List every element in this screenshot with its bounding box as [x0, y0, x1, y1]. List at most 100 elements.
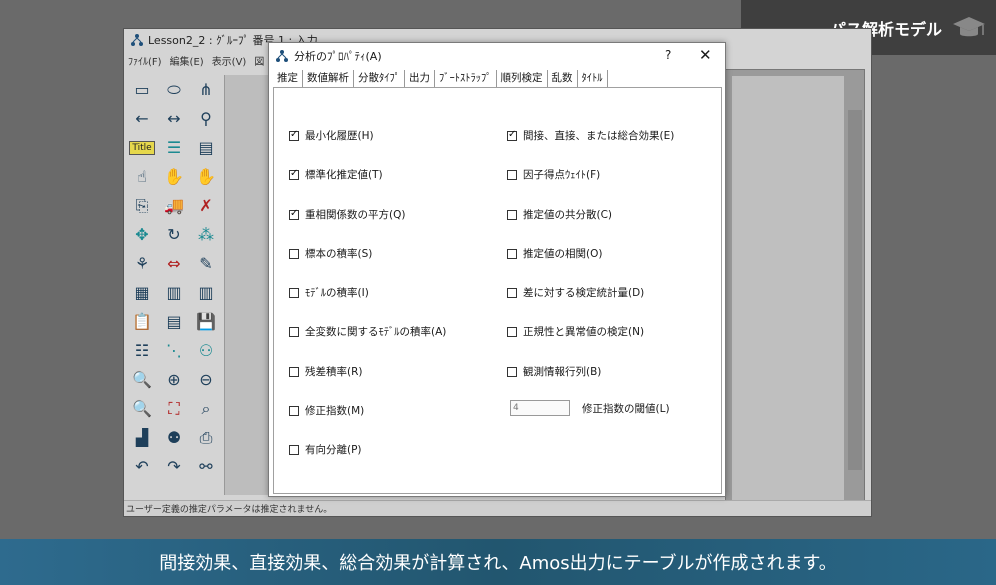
tab-numerical[interactable]: 数値解析: [303, 70, 354, 87]
zoom-select-icon[interactable]: 🔍: [126, 365, 158, 394]
single-arrow-icon[interactable]: ←: [126, 104, 158, 133]
option-correlations-of-estimates[interactable]: 推定値の相関(O): [507, 246, 602, 261]
checkbox[interactable]: [289, 208, 299, 220]
zoom-out-icon[interactable]: ⊖: [190, 365, 222, 394]
option-factor-score-weights[interactable]: 因子得点ｳｪｲﾄ(F): [507, 167, 600, 182]
data-file-icon[interactable]: ▦: [126, 278, 158, 307]
rotate-icon[interactable]: ↻: [158, 220, 190, 249]
checkbox[interactable]: [289, 326, 299, 337]
option-critical-ratios-for-differences[interactable]: 差に対する検定統計量(D): [507, 285, 644, 300]
duplicate-icon[interactable]: ⎘: [126, 191, 158, 220]
print-icon[interactable]: ⎙: [190, 423, 222, 452]
option-covariances-of-estimates[interactable]: 推定値の共分散(C): [507, 207, 612, 222]
option-tests-for-d-separation[interactable]: 有向分離(P): [289, 442, 362, 457]
checkbox[interactable]: [507, 129, 517, 141]
list-variables-icon[interactable]: ☰: [158, 133, 190, 162]
loupe-icon[interactable]: ⌕: [190, 394, 222, 423]
checkbox[interactable]: [289, 366, 299, 377]
checkbox[interactable]: [289, 287, 299, 298]
select-all-icon[interactable]: ✋: [158, 162, 190, 191]
menu-diagram[interactable]: 図: [254, 53, 264, 68]
help-button[interactable]: ?: [665, 48, 671, 62]
dialog-titlebar: 分析のﾌﾟﾛﾊﾟﾃｨ(A) ? ✕: [269, 43, 725, 69]
menu-edit[interactable]: 編集(E): [170, 53, 204, 68]
option-sample-moments[interactable]: 標本の積率(S): [289, 246, 372, 261]
reflect-icon[interactable]: ⁂: [190, 220, 222, 249]
amos-scrollbar[interactable]: [848, 110, 862, 470]
option-standardized-estimates[interactable]: 標準化推定値(T): [289, 167, 383, 182]
amos-toolbox: ▭ ⬭ ⋔ ← ↔ ⚲ Title ☰ ▤ ☝ ✋ ✋ ⎘ 🚚 ✗ ✥ ↻ ⁂ …: [124, 75, 222, 495]
double-arrow-icon[interactable]: ↔: [158, 104, 190, 133]
text-output-icon[interactable]: ▤: [158, 307, 190, 336]
analysis-properties-dialog: 分析のﾌﾟﾛﾊﾟﾃｨ(A) ? ✕ 推定 数値解析 分散ﾀｲﾌﾟ 出力 ﾌﾞｰﾄ…: [268, 42, 726, 497]
tab-estimation[interactable]: 推定: [273, 70, 303, 87]
amos-model-panel: [224, 75, 272, 495]
deselect-all-icon[interactable]: ✋: [190, 162, 222, 191]
clipboard-icon[interactable]: 📋: [126, 307, 158, 336]
ellipse-tool-icon[interactable]: ⬭: [158, 75, 190, 104]
tab-permutations[interactable]: 順列検定: [497, 70, 548, 87]
option-minimization-history[interactable]: 最小化履歴(H): [289, 128, 374, 143]
touch-up-icon[interactable]: ✎: [190, 249, 222, 278]
undo-icon[interactable]: ↶: [126, 452, 158, 481]
option-all-implied-moments[interactable]: 全変数に関するﾓﾃﾞﾙの積率(A): [289, 324, 446, 339]
amos-logo-icon: [276, 50, 288, 62]
rectangle-tool-icon[interactable]: ▭: [126, 75, 158, 104]
amos-canvas: [725, 69, 865, 509]
zoom-in-icon[interactable]: ⊕: [158, 365, 190, 394]
checkbox[interactable]: [507, 248, 517, 259]
move-icon[interactable]: 🚚: [158, 191, 190, 220]
scroll-icon[interactable]: ⇔: [158, 249, 190, 278]
calculate-estimates-icon[interactable]: ▥: [190, 278, 222, 307]
option-squared-multiple-correlations[interactable]: 重相関係数の平方(Q): [289, 207, 405, 222]
analysis-properties-icon[interactable]: ▥: [158, 278, 190, 307]
checkbox[interactable]: [289, 405, 299, 416]
drag-properties-icon[interactable]: ⋱: [158, 336, 190, 365]
tab-random[interactable]: 乱数: [548, 70, 578, 87]
multiple-group-icon[interactable]: ⚉: [158, 423, 190, 452]
checkbox[interactable]: [289, 129, 299, 141]
erase-icon[interactable]: ✗: [190, 191, 222, 220]
option-indirect-direct-total-effects[interactable]: 間接、直接、または総合効果(E): [507, 128, 674, 143]
select-one-icon[interactable]: ☝: [126, 162, 158, 191]
tab-bias[interactable]: 分散ﾀｲﾌﾟ: [354, 70, 405, 87]
indicator-tool-icon[interactable]: ⋔: [190, 75, 222, 104]
tab-title[interactable]: ﾀｲﾄﾙ: [578, 70, 608, 87]
checkbox[interactable]: [507, 326, 517, 337]
preserve-symmetry-icon[interactable]: ⚇: [190, 336, 222, 365]
move-parameter-icon[interactable]: ⚘: [126, 249, 158, 278]
bayesian-icon[interactable]: ▟: [126, 423, 158, 452]
checkbox[interactable]: [507, 169, 517, 180]
amos-statusbar: ユーザー定義の推定パラメータは推定されません。: [124, 500, 871, 516]
save-icon[interactable]: 💾: [190, 307, 222, 336]
menu-view[interactable]: 表示(V): [212, 53, 247, 68]
option-implied-moments[interactable]: ﾓﾃﾞﾙの積率(I): [289, 285, 369, 300]
redo-icon[interactable]: ↷: [158, 452, 190, 481]
option-modification-indices[interactable]: 修正指数(M): [289, 403, 364, 418]
tab-output[interactable]: 出力: [405, 70, 435, 87]
option-normality-and-outliers[interactable]: 正規性と異常値の検定(N): [507, 324, 644, 339]
option-observed-information-matrix[interactable]: 観測情報行列(B): [507, 364, 601, 379]
list-data-icon[interactable]: ▤: [190, 133, 222, 162]
resize-icon[interactable]: ✥: [126, 220, 158, 249]
checkbox[interactable]: [289, 248, 299, 259]
close-button[interactable]: ✕: [699, 46, 712, 64]
checkbox[interactable]: [507, 287, 517, 298]
checkbox[interactable]: [507, 209, 517, 220]
caption-bar: 間接効果、直接効果、総合効果が計算され、Amos出力にテーブルが作成されます。: [0, 539, 996, 585]
unique-variable-icon[interactable]: ⚲: [190, 104, 222, 133]
amos-canvas-page: [732, 76, 844, 502]
tab-bootstrap[interactable]: ﾌﾞｰﾄｽﾄﾗｯﾌﾟ: [435, 70, 497, 87]
checkbox[interactable]: [289, 444, 299, 455]
fit-to-page-icon[interactable]: ⛶: [158, 394, 190, 423]
title-tool-icon[interactable]: Title: [126, 133, 158, 162]
mi-threshold-input[interactable]: [510, 400, 570, 416]
view-page-icon[interactable]: 🔍: [126, 394, 158, 423]
object-properties-icon[interactable]: ☷: [126, 336, 158, 365]
specification-search-icon[interactable]: ⚯: [190, 452, 222, 481]
menu-file[interactable]: ﾌｧｲﾙ(F): [128, 53, 162, 68]
checkbox[interactable]: [289, 168, 299, 180]
checkbox[interactable]: [507, 366, 517, 377]
option-residual-moments[interactable]: 残差積率(R): [289, 364, 363, 379]
mi-threshold-row: 修正指数の閾値(L): [510, 400, 670, 416]
